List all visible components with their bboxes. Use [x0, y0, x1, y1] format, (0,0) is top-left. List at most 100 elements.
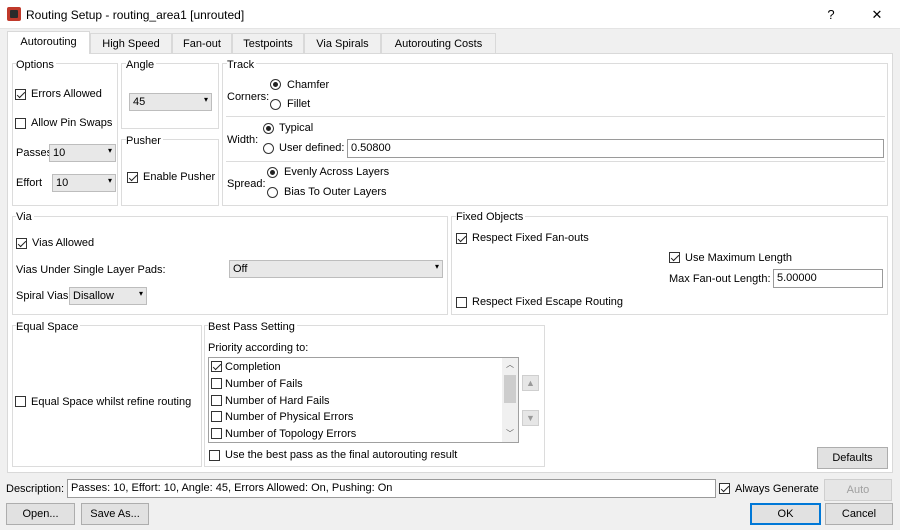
- list-item[interactable]: Number of Physical Errors: [211, 411, 353, 423]
- physical-errors-checkbox[interactable]: [211, 411, 222, 422]
- triangle-up-icon: ▲: [526, 378, 535, 388]
- fails-checkbox[interactable]: [211, 378, 222, 389]
- tab-high-speed[interactable]: High Speed: [90, 33, 172, 53]
- options-title: Options: [16, 59, 56, 71]
- use-max-length-label: Use Maximum Length: [685, 252, 792, 264]
- typical-radio[interactable]: [263, 123, 274, 134]
- description-label: Description:: [6, 483, 65, 495]
- hard-fails-checkbox[interactable]: [211, 395, 222, 406]
- allow-pin-swaps-checkbox[interactable]: [15, 118, 26, 129]
- chevron-down-icon[interactable]: ﹀: [502, 428, 518, 442]
- topology-errors-checkbox[interactable]: [211, 428, 222, 439]
- vias-allowed-checkbox[interactable]: [16, 238, 27, 249]
- list-item-label: Number of Hard Fails: [225, 395, 330, 407]
- angle-combo[interactable]: 45 ▾: [129, 93, 212, 111]
- chevron-down-icon: ▾: [107, 146, 112, 155]
- priority-label: Priority according to:: [208, 342, 309, 354]
- vias-under-pads-label: Vias Under Single Layer Pads:: [16, 264, 166, 276]
- pusher-title: Pusher: [126, 135, 163, 147]
- user-defined-width-field[interactable]: 0.50800: [347, 139, 884, 158]
- fixed-objects-title: Fixed Objects: [456, 211, 526, 223]
- respect-fixed-escape-label: Respect Fixed Escape Routing: [472, 296, 624, 308]
- respect-fixed-fanouts-checkbox[interactable]: [456, 233, 467, 244]
- typical-label: Typical: [279, 122, 314, 134]
- bias-outer-layers-radio[interactable]: [267, 187, 278, 198]
- window-title: Routing Setup - routing_area1 [unrouted]: [26, 8, 245, 22]
- spiral-vias-label: Spiral Vias: [16, 290, 69, 302]
- use-best-pass-label: Use the best pass as the final autorouti…: [225, 449, 458, 461]
- passes-label: Passes: [16, 147, 53, 159]
- fillet-label: Fillet: [287, 98, 311, 110]
- enable-pusher-checkbox[interactable]: [127, 172, 138, 183]
- list-item-label: Number of Fails: [225, 378, 303, 390]
- triangle-down-icon: ▼: [526, 413, 535, 423]
- use-max-length-checkbox[interactable]: [669, 252, 680, 263]
- chevron-down-icon: ▾: [138, 289, 143, 298]
- max-fanout-length-label: Max Fan-out Length:: [669, 273, 771, 285]
- save-as-button[interactable]: Save As...: [81, 503, 149, 525]
- passes-combo[interactable]: 10 ▾: [49, 144, 116, 162]
- via-title: Via: [16, 211, 34, 223]
- move-up-button[interactable]: ▲: [522, 375, 539, 391]
- defaults-button[interactable]: Defaults: [817, 447, 888, 469]
- description-field[interactable]: Passes: 10, Effort: 10, Angle: 45, Error…: [67, 479, 716, 498]
- tab-autorouting-costs[interactable]: Autorouting Costs: [381, 33, 496, 53]
- always-generate-checkbox[interactable]: [719, 483, 730, 494]
- chevron-down-icon: ▾: [434, 262, 439, 271]
- equal-space-title: Equal Space: [16, 321, 81, 333]
- list-item[interactable]: Number of Fails: [211, 378, 303, 390]
- cancel-button[interactable]: Cancel: [825, 503, 893, 525]
- move-down-button[interactable]: ▼: [522, 410, 539, 426]
- effort-value: 10: [56, 177, 69, 189]
- open-button[interactable]: Open...: [6, 503, 75, 525]
- equal-space-checkbox[interactable]: [15, 396, 26, 407]
- use-best-pass-checkbox[interactable]: [209, 450, 220, 461]
- title-bar: Routing Setup - routing_area1 [unrouted]…: [0, 0, 900, 29]
- chamfer-radio[interactable]: [270, 79, 281, 90]
- vias-under-pads-combo[interactable]: Off ▾: [229, 260, 443, 278]
- help-button[interactable]: ?: [808, 0, 854, 29]
- close-button[interactable]: ✕: [854, 0, 900, 29]
- list-scrollbar[interactable]: ︿ ﹀: [502, 358, 518, 442]
- spiral-vias-value: Disallow: [73, 290, 114, 302]
- scroll-thumb[interactable]: [504, 375, 516, 403]
- list-item[interactable]: Number of Hard Fails: [211, 395, 330, 407]
- angle-title: Angle: [126, 59, 157, 71]
- tab-autorouting[interactable]: Autorouting: [7, 31, 90, 54]
- passes-value: 10: [53, 147, 66, 159]
- errors-allowed-label: Errors Allowed: [31, 88, 102, 100]
- evenly-across-layers-label: Evenly Across Layers: [284, 166, 390, 178]
- width-label: Width:: [227, 134, 259, 146]
- auto-button[interactable]: Auto: [824, 479, 892, 501]
- effort-combo[interactable]: 10 ▾: [52, 174, 116, 192]
- spread-label: Spread:: [227, 178, 266, 190]
- completion-checkbox[interactable]: [211, 361, 222, 372]
- vias-allowed-label: Vias Allowed: [32, 237, 95, 249]
- tab-testpoints[interactable]: Testpoints: [232, 33, 304, 53]
- corners-label: Corners:: [227, 91, 270, 103]
- chevron-up-icon[interactable]: ︿: [502, 359, 518, 373]
- user-defined-label: User defined:: [279, 142, 345, 154]
- list-item[interactable]: Completion: [211, 361, 281, 373]
- chevron-down-icon: ▾: [203, 95, 208, 104]
- best-pass-title: Best Pass Setting: [208, 321, 297, 333]
- track-title: Track: [227, 59, 257, 71]
- track-divider: [226, 116, 885, 117]
- ok-button[interactable]: OK: [750, 503, 821, 525]
- respect-fixed-escape-checkbox[interactable]: [456, 297, 467, 308]
- tab-via-spirals[interactable]: Via Spirals: [304, 33, 381, 53]
- fillet-radio[interactable]: [270, 99, 281, 110]
- enable-pusher-label: Enable Pusher: [143, 171, 216, 183]
- user-defined-radio[interactable]: [263, 143, 274, 154]
- max-fanout-length-field[interactable]: 5.00000: [773, 269, 883, 288]
- allow-pin-swaps-label: Allow Pin Swaps: [31, 117, 113, 129]
- list-item-label: Number of Topology Errors: [225, 428, 357, 440]
- bias-outer-layers-label: Bias To Outer Layers: [284, 186, 387, 198]
- spiral-vias-combo[interactable]: Disallow ▾: [69, 287, 147, 305]
- evenly-across-layers-radio[interactable]: [267, 167, 278, 178]
- tab-fan-out[interactable]: Fan-out: [172, 33, 232, 53]
- respect-fixed-fanouts-label: Respect Fixed Fan-outs: [472, 232, 589, 244]
- list-item[interactable]: Number of Topology Errors: [211, 428, 356, 440]
- priority-listbox[interactable]: Completion Number of Fails Number of Har…: [208, 357, 519, 443]
- errors-allowed-checkbox[interactable]: [15, 89, 26, 100]
